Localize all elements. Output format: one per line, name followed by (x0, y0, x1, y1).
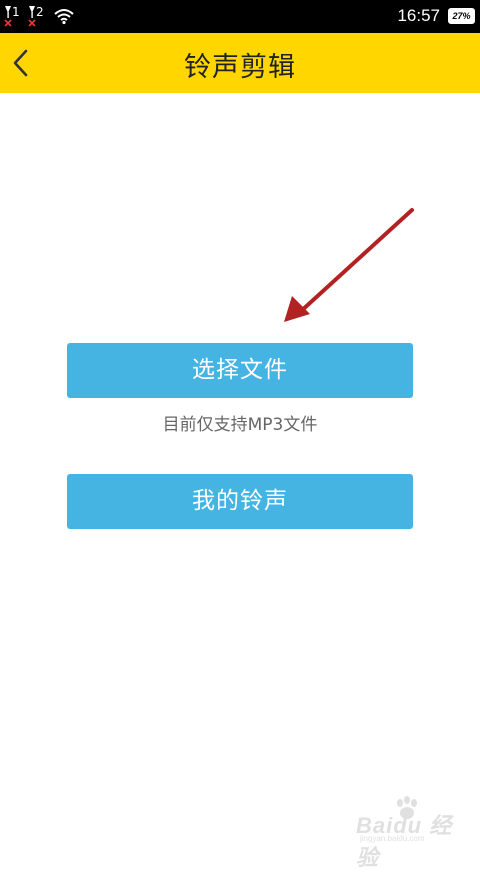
page-title: 铃声剪辑 (184, 52, 296, 83)
sim2-label: 2 (36, 5, 44, 19)
my-ringtones-button[interactable]: 我的铃声 (67, 474, 413, 529)
red-arrow-annotation (284, 208, 414, 322)
wifi-icon (54, 7, 74, 25)
status-bar: 1 2 16:57 27% (0, 0, 480, 33)
status-time: 16:57 (397, 6, 440, 25)
title-bar: 铃声剪辑 (0, 33, 480, 93)
battery-icon: 27% (448, 8, 475, 24)
sim2-signal-icon: 2 (28, 4, 50, 28)
battery-level: 27% (452, 11, 471, 21)
watermark-url: jingyan.baidu.com (360, 834, 425, 843)
mp3-support-hint: 目前仅支持MP3文件 (162, 415, 318, 435)
sim1-signal-icon: 1 (4, 4, 26, 28)
select-file-button[interactable]: 选择文件 (67, 343, 413, 398)
baidu-jingyan-watermark: Baidu 经验 jingyan.baidu.com (350, 796, 460, 870)
sim1-label: 1 (12, 5, 20, 19)
